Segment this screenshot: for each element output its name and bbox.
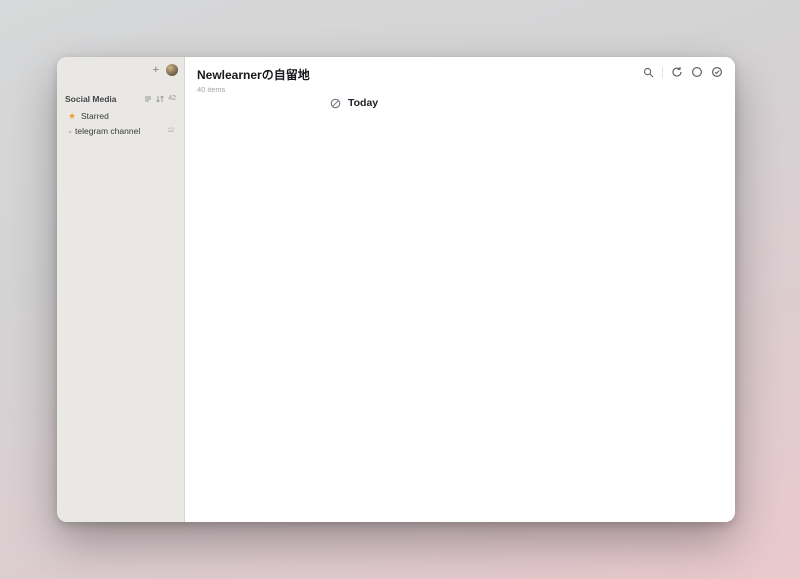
app-window: + Social Media 42 ★ Starred ⌄ telegram c…: [57, 57, 735, 522]
toolbar-divider: [662, 67, 663, 78]
titlebar: +: [63, 63, 178, 77]
view-toggle-icon[interactable]: [144, 95, 152, 103]
mark-all-read-icon[interactable]: [711, 66, 723, 78]
section-unread-count: 42: [168, 95, 176, 102]
toolbar-actions: [643, 66, 723, 78]
sort-icon[interactable]: [156, 95, 164, 103]
group-label: telegram channel: [75, 126, 167, 136]
today-label: Today: [348, 97, 378, 109]
add-feed-button[interactable]: +: [153, 65, 159, 76]
star-icon: ★: [67, 111, 77, 122]
sidebar-group-telegram-channel[interactable]: ⌄ telegram channel 12: [63, 124, 178, 139]
refresh-icon[interactable]: [671, 66, 683, 78]
traffic-lights: [67, 66, 99, 74]
section-title: Social Media: [65, 94, 117, 104]
main-pane: Newlearnerの自留地 40 items Today: [185, 57, 735, 522]
section-header: Social Media 42: [65, 92, 176, 105]
sidebar: + Social Media 42 ★ Starred ⌄ telegram c…: [57, 57, 185, 522]
clock-icon: [330, 98, 341, 109]
unread-filter-icon[interactable]: [691, 66, 703, 78]
starred-label: Starred: [81, 111, 174, 121]
zoom-window-button[interactable]: [91, 66, 99, 74]
section-meta: 42: [144, 95, 176, 103]
today-divider: Today: [330, 97, 710, 109]
chevron-down-icon[interactable]: ⌄: [67, 127, 75, 135]
sidebar-item-starred[interactable]: ★ Starred: [63, 109, 178, 124]
user-avatar[interactable]: [166, 64, 178, 76]
minimize-window-button[interactable]: [79, 66, 87, 74]
search-icon[interactable]: [643, 67, 654, 78]
article-feed: Today: [330, 97, 710, 123]
close-window-button[interactable]: [67, 66, 75, 74]
item-count: 40 items: [197, 85, 723, 94]
group-count: 12: [167, 128, 174, 134]
